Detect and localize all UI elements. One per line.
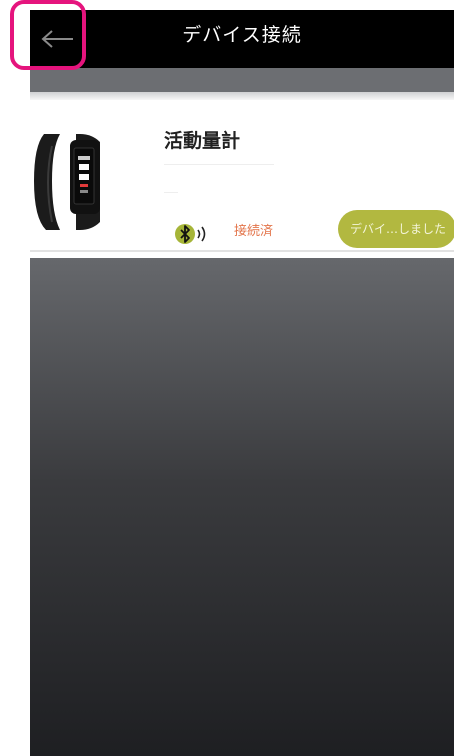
sub-header-divider [30,92,454,100]
header-bar: デバイス接続 [30,10,454,68]
page-title: デバイス接続 [182,24,302,46]
device-name: 活動量計 [164,130,241,152]
bluetooth-signal-icon [175,224,206,244]
disconnect-button[interactable]: デバイ…しました [338,210,454,248]
divider [164,192,178,193]
divider [164,164,274,165]
dimmed-overlay [30,258,454,756]
device-connection-screen: デバイス接続 活動量計 接続済 デバイ…しました [30,10,454,756]
sub-header-bar [30,68,454,92]
fitness-band-icon [34,134,100,230]
connection-status: 接続済 [234,224,274,239]
